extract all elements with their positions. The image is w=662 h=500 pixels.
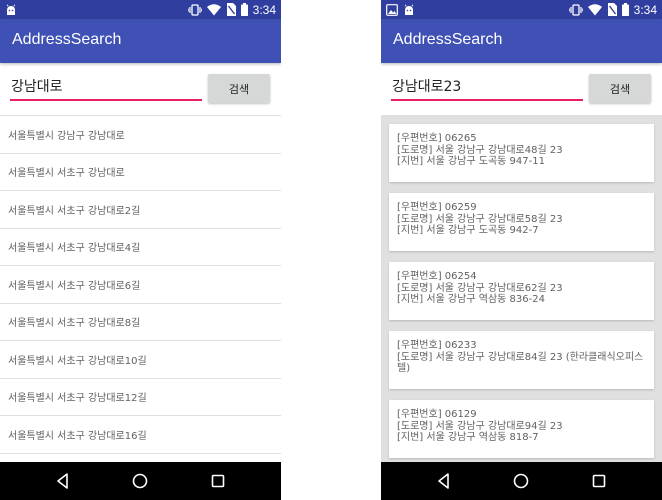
list-item[interactable]: 서울특별시 강남구 강남대로 <box>0 116 281 154</box>
list-item[interactable]: 서울특별시 서초구 강남대로10길 <box>0 341 281 379</box>
list-item[interactable]: 서울특별시 서초구 강남대로2길 <box>0 191 281 229</box>
wifi-icon <box>587 3 602 15</box>
list-item[interactable]: 서울특별시 서초구 강남대로16길 <box>0 416 281 454</box>
right-phone-screen: 3:34 AddressSearch 검색 [우편번호] 06265 [도로명]… <box>381 0 662 500</box>
list-item[interactable]: 서울특별시 서초구 강남대로 <box>0 154 281 191</box>
postal-code: [우편번호] 06233 <box>397 340 477 351</box>
vibrate-icon <box>568 3 583 16</box>
road-address: [도로명] 서울 강남구 강남대로62길 23 <box>397 282 563 294</box>
navigation-bar <box>0 462 281 500</box>
battery-icon <box>240 3 248 16</box>
road-address: [도로명] 서울 강남구 강남대로94길 23 <box>397 420 563 432</box>
search-button[interactable]: 검색 <box>208 74 270 103</box>
no-sim-icon <box>607 3 617 16</box>
app-title: AddressSearch <box>393 31 503 48</box>
result-card[interactable]: [우편번호] 06265 [도로명] 서울 강남구 강남대로48길 23 [지번… <box>389 124 654 182</box>
postal-code: [우편번호] 06265 <box>397 133 477 144</box>
home-icon[interactable] <box>130 471 150 491</box>
search-input[interactable] <box>10 73 202 101</box>
status-bar: 3:34 <box>0 0 281 19</box>
navigation-bar <box>381 462 662 500</box>
back-icon[interactable] <box>53 471 73 491</box>
status-bar: 3:34 <box>381 0 662 19</box>
list-item[interactable]: 서울특별시 서초구 강남대로4길 <box>0 229 281 266</box>
results-list: [우편번호] 06265 [도로명] 서울 강남구 강남대로48길 23 [지번… <box>381 115 662 462</box>
postal-code: [우편번호] 06129 <box>397 409 477 420</box>
result-card[interactable]: [우편번호] 06254 [도로명] 서울 강남구 강남대로62길 23 [지번… <box>389 262 654 320</box>
postal-code: [우편번호] 06259 <box>397 202 477 213</box>
postal-code: [우편번호] 06254 <box>397 271 477 282</box>
app-title: AddressSearch <box>12 31 122 48</box>
home-icon[interactable] <box>511 471 531 491</box>
app-bar: AddressSearch <box>381 19 662 63</box>
suggestion-list: 서울특별시 강남구 강남대로 서울특별시 서초구 강남대로 서울특별시 서초구 … <box>0 115 281 462</box>
vibrate-icon <box>187 3 202 16</box>
road-address: [도로명] 서울 강남구 강남대로58길 23 <box>397 213 563 225</box>
left-phone-screen: 3:34 AddressSearch 검색 서울특별시 강남구 강남대로 서울특… <box>0 0 281 500</box>
recents-icon[interactable] <box>208 471 228 491</box>
list-item[interactable]: 서울특별시 서초구 강남대로8길 <box>0 304 281 341</box>
list-item[interactable]: 서울특별시 서초구 강남대로12길 <box>0 379 281 416</box>
lot-address: [지번] 서울 강남구 도곡동 947-11 <box>397 156 545 167</box>
road-address: [도로명] 서울 강남구 강남대로48길 23 <box>397 144 563 156</box>
search-button[interactable]: 검색 <box>589 74 651 103</box>
lot-address: [지번] 서울 강남구 역삼동 836-24 <box>397 294 545 305</box>
app-bar: AddressSearch <box>0 19 281 63</box>
road-address: [도로명] 서울 강남구 강남대로84길 23 (한라클래식오피스텔) <box>397 351 644 375</box>
android-icon <box>6 4 16 15</box>
back-icon[interactable] <box>434 471 454 491</box>
lot-address: [지번] 서울 강남구 역삼동 818-7 <box>397 432 539 443</box>
list-item[interactable]: 서울특별시 서초구 강남대로6길 <box>0 266 281 304</box>
lot-address: [지번] 서울 강남구 도곡동 942-7 <box>397 225 539 236</box>
status-time: 3:34 <box>633 2 657 17</box>
android-icon <box>404 4 414 15</box>
result-card[interactable]: [우편번호] 06233 [도로명] 서울 강남구 강남대로84길 23 (한라… <box>389 331 654 389</box>
no-sim-icon <box>226 3 236 16</box>
search-input[interactable] <box>391 73 583 101</box>
battery-icon <box>621 3 629 16</box>
result-card[interactable]: [우편번호] 06259 [도로명] 서울 강남구 강남대로58길 23 [지번… <box>389 193 654 251</box>
status-time: 3:34 <box>252 2 276 17</box>
recents-icon[interactable] <box>589 471 609 491</box>
wifi-icon <box>206 3 221 15</box>
result-card[interactable]: [우편번호] 06129 [도로명] 서울 강남구 강남대로94길 23 [지번… <box>389 400 654 458</box>
image-icon <box>386 3 398 16</box>
